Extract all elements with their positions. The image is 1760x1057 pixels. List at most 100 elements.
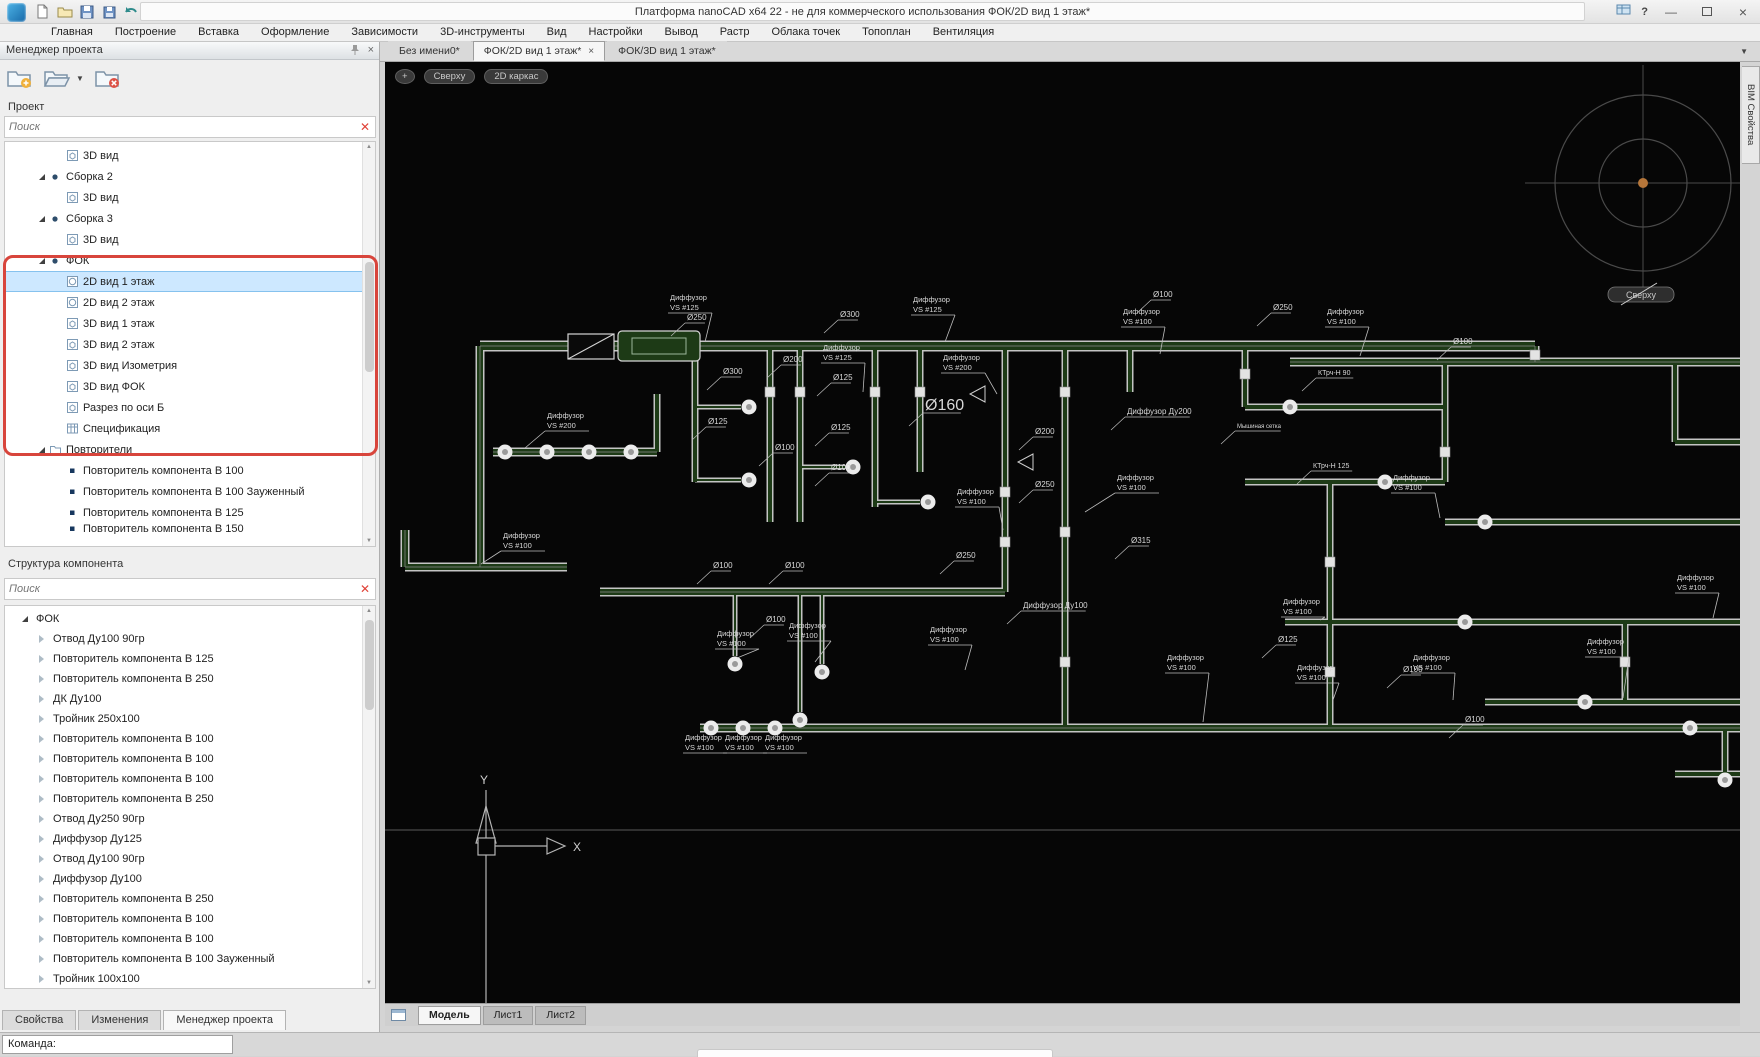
new-folder-icon[interactable] [4,64,34,92]
tree-expand-icon[interactable] [39,215,45,222]
menu-item-3[interactable]: Вставка [187,24,250,41]
tree-expand-icon[interactable] [39,895,44,903]
component-tree-item-11[interactable]: Отвод Ду250 90гр [5,809,375,829]
component-tree-item-2[interactable]: Отвод Ду100 90гр [5,629,375,649]
tree-expand-icon[interactable] [39,855,44,863]
bim-properties-tab[interactable]: BIM Свойства [1742,66,1760,164]
tree-expand-icon[interactable] [39,915,44,923]
tree-expand-icon[interactable] [39,975,44,983]
tree-expand-icon[interactable] [39,775,44,783]
project-tree-item-16[interactable]: Повторитель компонента В 100 [5,460,375,481]
project-tree-item-17[interactable]: Повторитель компонента В 100 Зауженный [5,481,375,502]
new-document-icon[interactable] [34,3,51,20]
component-tree-item-9[interactable]: Повторитель компонента В 100 [5,769,375,789]
tree-expand-icon[interactable] [39,755,44,763]
component-tree-item-6[interactable]: Тройник 250х100 [5,709,375,729]
open-folder-dropdown-icon[interactable]: ▼ [76,74,84,83]
menu-item-2[interactable]: Построение [104,24,187,41]
view-direction-button[interactable]: Сверху [423,69,476,84]
tab-close-icon[interactable]: × [588,46,594,57]
tree-expand-icon[interactable] [39,635,44,643]
tree-expand-icon[interactable] [39,795,44,803]
component-search-input[interactable] [9,580,339,598]
delete-folder-icon[interactable] [92,64,122,92]
scroll-down-icon[interactable]: ▼ [363,538,375,544]
component-tree-item-7[interactable]: Повторитель компонента В 100 [5,729,375,749]
tree-expand-icon[interactable] [39,935,44,943]
menu-item-5[interactable]: Зависимости [340,24,429,41]
sheet-tab-1[interactable]: Модель [418,1005,481,1025]
tree-expand-icon[interactable] [39,955,44,963]
menu-item-4[interactable]: Оформление [250,24,340,41]
document-tab-3[interactable]: ФОК/3D вид 1 этаж* [607,41,727,61]
project-tree-item-10[interactable]: 3D вид 2 этаж [5,334,375,355]
project-search-input[interactable] [9,118,339,136]
sheet-tab-2[interactable]: Лист1 [482,1005,534,1025]
project-tree-item-1[interactable]: 3D вид [5,145,375,166]
project-tree-item-12[interactable]: 3D вид ФОК [5,376,375,397]
component-tree-item-19[interactable]: Тройник 100х100 [5,969,375,988]
project-tree-item-6[interactable]: ФОК [5,250,375,271]
menu-item-1[interactable]: Главная [40,24,104,41]
dock-tab-1[interactable]: Свойства [2,1010,77,1030]
component-tree-item-3[interactable]: Повторитель компонента В 125 [5,649,375,669]
component-tree-item-12[interactable]: Диффузор Ду125 [5,829,375,849]
component-tree-item-13[interactable]: Отвод Ду100 90гр [5,849,375,869]
menu-item-11[interactable]: Облака точек [761,24,852,41]
save-icon[interactable] [78,3,95,20]
project-tree-scrollbar[interactable]: ▲ ▼ [362,142,375,546]
document-tab-1[interactable]: Без имени0* [388,41,471,61]
component-tree-item-18[interactable]: Повторитель компонента В 100 Зауженный [5,949,375,969]
panel-close-icon[interactable]: × [368,44,374,58]
layout-icon[interactable] [391,1009,406,1021]
menu-item-6[interactable]: 3D-инструменты [429,24,536,41]
component-tree-item-5[interactable]: ДК Ду100 [5,689,375,709]
undo-icon[interactable] [122,3,139,20]
menu-item-10[interactable]: Растр [709,24,761,41]
tree-expand-icon[interactable] [39,173,45,180]
save-all-icon[interactable] [100,3,117,20]
component-tree-item-1[interactable]: ФОК [5,609,375,629]
component-tree-item-17[interactable]: Повторитель компонента В 100 [5,929,375,949]
close-button[interactable]: × [1730,4,1756,20]
project-tree-item-7[interactable]: 2D вид 1 этаж [5,271,375,292]
project-tree-item-4[interactable]: Сборка 3 [5,208,375,229]
tree-expand-icon[interactable] [39,257,45,264]
dock-tab-3[interactable]: Менеджер проекта [163,1010,287,1030]
tree-expand-icon[interactable] [39,735,44,743]
menu-item-12[interactable]: Топоплан [851,24,922,41]
project-tree-item-15[interactable]: Повторители [5,439,375,460]
tree-expand-icon[interactable] [39,715,44,723]
command-line-input[interactable]: Команда: [2,1035,233,1054]
menu-item-8[interactable]: Настройки [578,24,654,41]
visual-style-button[interactable]: 2D каркас [484,69,549,84]
tree-expand-icon[interactable] [39,695,44,703]
component-tree-item-8[interactable]: Повторитель компонента В 100 [5,749,375,769]
component-tree-scrollbar[interactable]: ▲ ▼ [362,606,375,988]
component-tree-item-16[interactable]: Повторитель компонента В 100 [5,909,375,929]
component-tree-item-15[interactable]: Повторитель компонента В 250 [5,889,375,909]
scroll-up-icon[interactable]: ▲ [363,608,375,614]
restore-button[interactable] [1694,5,1720,19]
dock-tab-2[interactable]: Изменения [78,1010,162,1030]
tree-expand-icon[interactable] [39,446,45,453]
tab-list-dropdown-icon[interactable]: ▼ [1740,47,1748,56]
project-tree-item-3[interactable]: 3D вид [5,187,375,208]
menu-item-9[interactable]: Вывод [653,24,708,41]
search-clear-icon[interactable]: ✕ [360,120,370,134]
project-tree-item-9[interactable]: 3D вид 1 этаж [5,313,375,334]
open-document-icon[interactable] [56,3,73,20]
search-clear-icon[interactable]: ✕ [360,582,370,596]
open-folder-icon[interactable] [42,64,72,92]
document-tab-2[interactable]: ФОК/2D вид 1 этаж* × [472,41,606,61]
sheet-tab-3[interactable]: Лист2 [535,1005,586,1025]
component-tree-item-10[interactable]: Повторитель компонента В 250 [5,789,375,809]
panel-header[interactable]: Менеджер проекта × [0,42,379,60]
pin-icon[interactable] [350,44,360,58]
tree-expand-icon[interactable] [39,655,44,663]
menu-item-13[interactable]: Вентиляция [922,24,1006,41]
nanocad-logo-icon[interactable] [7,3,26,22]
scroll-up-icon[interactable]: ▲ [363,144,375,150]
minimize-button[interactable]: — [1658,5,1684,19]
component-tree-item-4[interactable]: Повторитель компонента В 250 [5,669,375,689]
